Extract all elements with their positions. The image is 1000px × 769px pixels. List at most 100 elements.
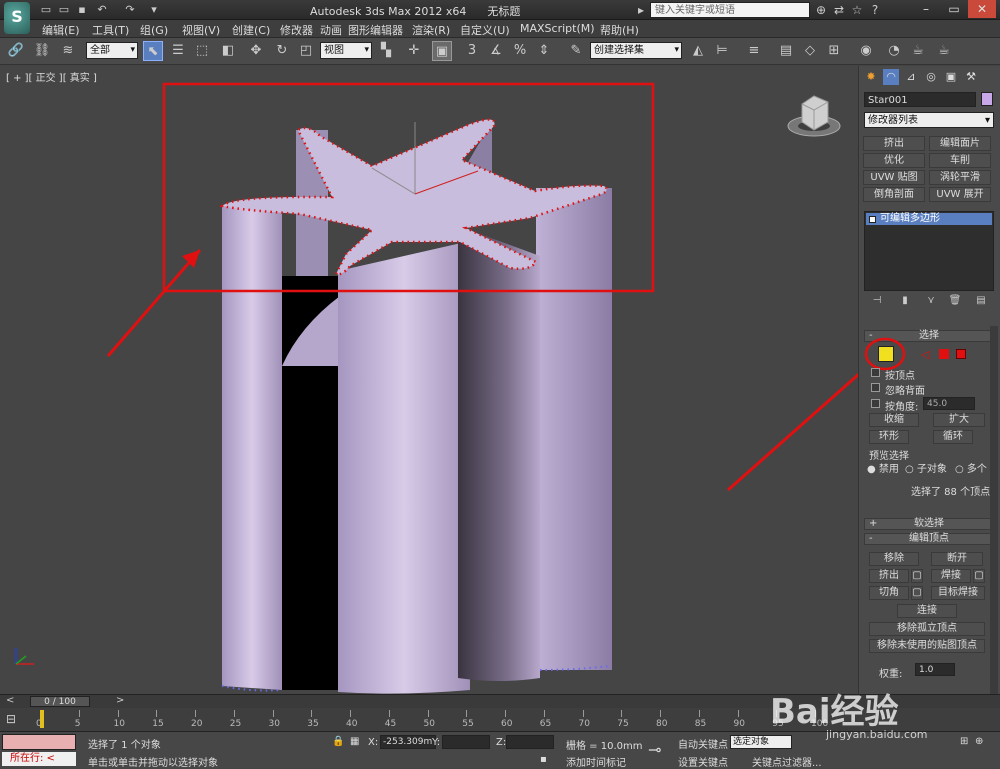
ring-button[interactable]: 环形 bbox=[869, 430, 909, 444]
chamfer-settings-button[interactable]: ▢ bbox=[911, 586, 923, 600]
stack-expand-icon[interactable] bbox=[869, 216, 876, 223]
mirror-icon[interactable]: ◭ bbox=[688, 41, 708, 61]
set-key-button[interactable]: 设置关键点 bbox=[678, 754, 728, 769]
quick-access-dropdown-icon[interactable]: ▾ bbox=[146, 2, 162, 18]
shrink-button[interactable]: 收缩 bbox=[869, 413, 919, 427]
hierarchy-tab-icon[interactable]: ⊿ bbox=[903, 69, 919, 85]
layer-manager-icon[interactable]: ≡ bbox=[744, 41, 764, 61]
select-by-name-icon[interactable]: ☰ bbox=[168, 41, 188, 61]
spinner-snap-icon[interactable]: ⇕ bbox=[534, 41, 554, 61]
extrude-button[interactable]: 挤出 bbox=[869, 569, 909, 583]
modifier-turbosmooth-button[interactable]: 涡轮平滑 bbox=[929, 170, 991, 185]
time-slider[interactable]: 0 / 100 bbox=[30, 696, 90, 707]
edit-named-selection-icon[interactable]: ✎ bbox=[566, 41, 586, 61]
percent-snap-icon[interactable]: % bbox=[510, 41, 530, 61]
remove-isolated-vertices-button[interactable]: 移除孤立顶点 bbox=[869, 622, 985, 636]
weight-spinner[interactable]: 1.0 bbox=[915, 663, 955, 676]
modifier-optimize-button[interactable]: 优化 bbox=[863, 153, 925, 168]
select-object-icon[interactable]: ⬉ bbox=[143, 41, 163, 61]
window-crossing-icon[interactable]: ◧ bbox=[218, 41, 238, 61]
move-icon[interactable]: ✥ bbox=[246, 41, 266, 61]
material-editor-icon[interactable]: ◉ bbox=[856, 41, 876, 61]
modifier-lathe-button[interactable]: 车削 bbox=[929, 153, 991, 168]
modify-tab-icon[interactable]: ◠ bbox=[883, 69, 899, 85]
star-extrusion-body[interactable] bbox=[222, 119, 612, 694]
select-manipulate-icon[interactable]: ✛ bbox=[404, 41, 424, 61]
modifier-uvw-map-button[interactable]: UVW 贴图 bbox=[863, 170, 925, 185]
weld-settings-button[interactable]: ▢ bbox=[973, 569, 985, 583]
create-tab-icon[interactable]: ✸ bbox=[863, 69, 879, 85]
reference-coordinate-dropdown[interactable]: 视图 bbox=[320, 42, 372, 59]
modifier-extrude-button[interactable]: 挤出 bbox=[863, 136, 925, 151]
time-tag-icon[interactable]: ▪ bbox=[540, 754, 547, 765]
by-vertex-checkbox[interactable] bbox=[871, 368, 880, 377]
bind-space-warp-icon[interactable]: ≋ bbox=[58, 41, 78, 61]
menu-maxscript[interactable]: MAXScript(M) bbox=[520, 22, 595, 35]
modifier-bevel-profile-button[interactable]: 倒角剖面 bbox=[863, 187, 925, 202]
edge-subobject-icon[interactable]: ◁ bbox=[921, 348, 929, 361]
schematic-view-icon[interactable]: ⊞ bbox=[824, 41, 844, 61]
menu-animation[interactable]: 动画 bbox=[320, 22, 342, 38]
y-coordinate-field[interactable] bbox=[442, 735, 490, 749]
pivot-center-icon[interactable]: ▚ bbox=[376, 41, 396, 61]
search-arrow-icon[interactable]: ▸ bbox=[632, 2, 650, 18]
exchange-icon[interactable]: ⇄ bbox=[830, 2, 848, 18]
time-cursor[interactable] bbox=[40, 710, 44, 728]
object-color-swatch[interactable] bbox=[981, 92, 993, 106]
link-icon[interactable]: 🔗 bbox=[6, 41, 26, 61]
search-input[interactable]: 键入关键字或短语 bbox=[650, 2, 810, 18]
remove-button[interactable]: 移除 bbox=[869, 552, 919, 566]
menu-edit[interactable]: 编辑(E) bbox=[42, 22, 80, 38]
make-unique-icon[interactable]: ⋎ bbox=[923, 295, 939, 309]
ignore-backfacing-checkbox[interactable] bbox=[871, 383, 880, 392]
field-of-view-icon[interactable]: ⊕ bbox=[975, 736, 983, 747]
element-subobject-icon[interactable] bbox=[956, 349, 966, 359]
add-time-tag[interactable]: 添加时间标记 bbox=[566, 754, 626, 769]
open-file-icon[interactable]: ▭ bbox=[56, 2, 72, 18]
preview-disabled-radio[interactable]: ● 禁用 bbox=[867, 460, 899, 475]
render-production-icon[interactable]: ☕ bbox=[934, 41, 954, 61]
grow-button[interactable]: 扩大 bbox=[933, 413, 985, 427]
keyboard-shortcut-override-icon[interactable]: ▣ bbox=[432, 41, 452, 61]
save-file-icon[interactable]: ▪ bbox=[74, 2, 90, 18]
z-coordinate-field[interactable] bbox=[506, 735, 554, 749]
undo-icon[interactable]: ↶ bbox=[94, 2, 110, 18]
show-end-result-icon[interactable]: ▮ bbox=[897, 295, 913, 309]
absolute-mode-icon[interactable]: ▦ bbox=[350, 736, 359, 747]
modifier-list-dropdown[interactable]: 修改器列表 bbox=[864, 112, 994, 128]
preview-multi-radio[interactable]: ○ 多个 bbox=[955, 460, 987, 475]
menu-help[interactable]: 帮助(H) bbox=[600, 22, 639, 38]
minimize-button[interactable]: – bbox=[912, 0, 940, 18]
menu-create[interactable]: 创建(C) bbox=[232, 22, 270, 38]
break-button[interactable]: 断开 bbox=[931, 552, 983, 566]
align-icon[interactable]: ⊨ bbox=[712, 41, 732, 61]
key-icon[interactable]: ⊸ bbox=[648, 740, 661, 759]
edit-vertices-rollout-header[interactable]: - 编辑顶点 bbox=[864, 533, 994, 545]
command-panel-scrollbar[interactable] bbox=[990, 326, 998, 726]
mini-curve-editor-icon[interactable]: ⊟ bbox=[6, 712, 16, 726]
time-next-icon[interactable]: > bbox=[116, 695, 124, 706]
object-name-field[interactable]: Star001 bbox=[864, 92, 976, 107]
menu-tools[interactable]: 工具(T) bbox=[92, 22, 129, 38]
perspective-viewport[interactable]: [ + ][ 正交 ][ 真实 ] bbox=[0, 66, 858, 694]
curve-editor-icon[interactable]: ◇ bbox=[800, 41, 820, 61]
redo-icon[interactable]: ↷ bbox=[122, 2, 138, 18]
stack-item-editable-poly[interactable]: 可编辑多边形 bbox=[866, 213, 992, 225]
menu-rendering[interactable]: 渲染(R) bbox=[412, 22, 450, 38]
auto-key-button[interactable]: 自动关键点 bbox=[678, 736, 728, 751]
app-logo-icon[interactable]: S bbox=[4, 2, 30, 34]
rotate-icon[interactable]: ↻ bbox=[272, 41, 292, 61]
menu-graph-editors[interactable]: 图形编辑器 bbox=[348, 22, 403, 38]
configure-sets-icon[interactable]: ▤ bbox=[973, 295, 989, 309]
soft-selection-rollout-header[interactable]: + 软选择 bbox=[864, 518, 994, 530]
angle-spinner[interactable]: 45.0 bbox=[923, 397, 975, 410]
menu-customize[interactable]: 自定义(U) bbox=[460, 22, 510, 38]
modifier-edit-patch-button[interactable]: 编辑面片 bbox=[929, 136, 991, 151]
remove-unused-map-verts-button[interactable]: 移除未使用的贴图顶点 bbox=[869, 639, 985, 653]
loop-button[interactable]: 循环 bbox=[933, 430, 973, 444]
polygon-subobject-icon[interactable] bbox=[939, 349, 949, 359]
chamfer-button[interactable]: 切角 bbox=[869, 586, 909, 600]
selection-filter-dropdown[interactable]: 全部 bbox=[86, 42, 138, 59]
binoculars-icon[interactable]: ⊕ bbox=[812, 2, 830, 18]
key-filters-button[interactable]: 关键点过滤器... bbox=[752, 754, 822, 769]
